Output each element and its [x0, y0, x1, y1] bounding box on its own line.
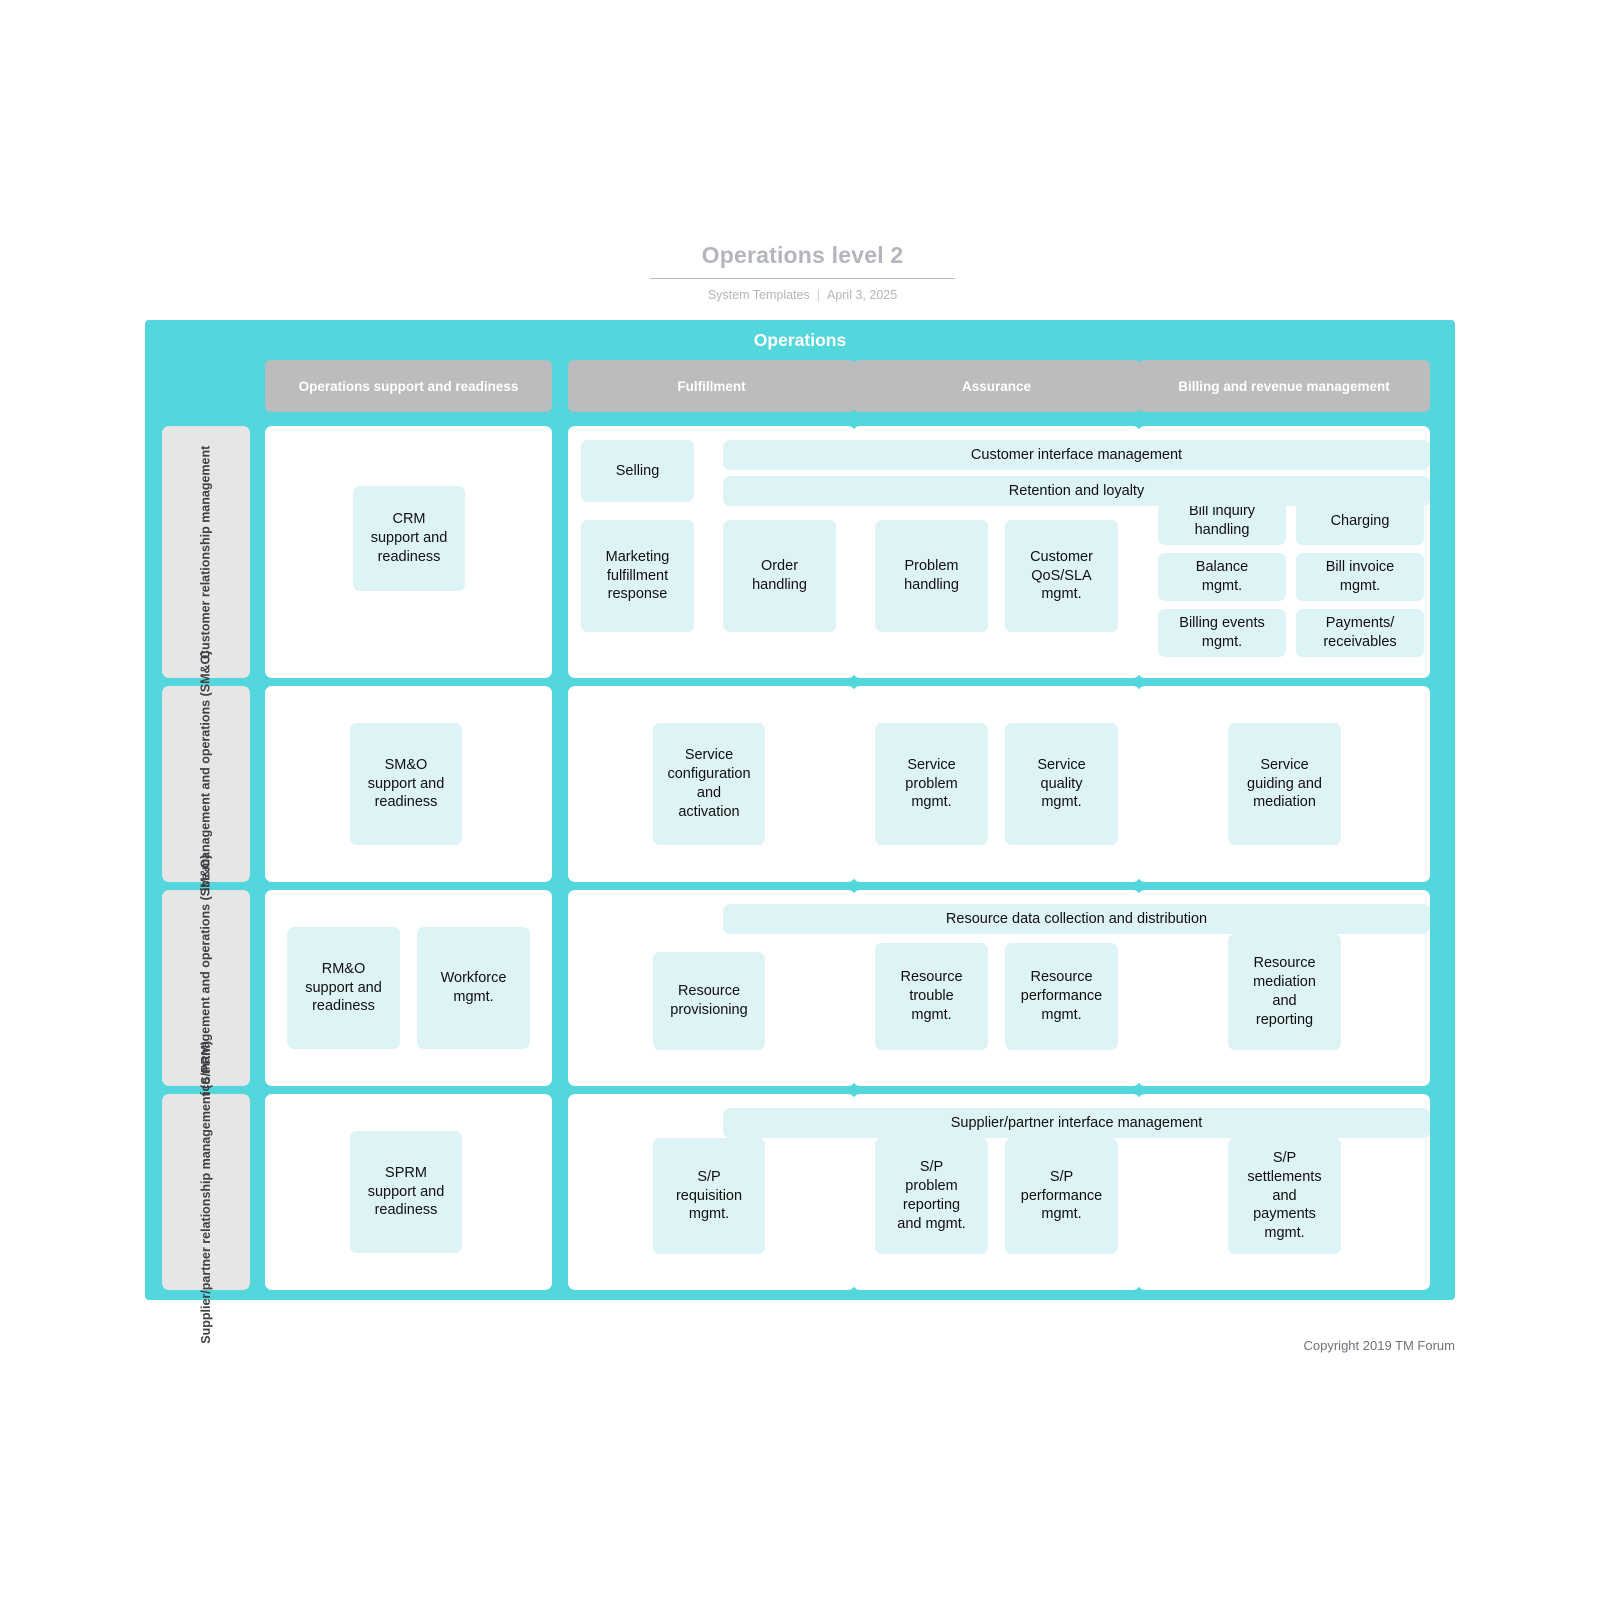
box-customer-qos-sla-mgmt[interactable]: Customer QoS/SLA mgmt. — [1005, 520, 1118, 632]
box-sp-requisition-mgmt[interactable]: S/P requisition mgmt. — [653, 1138, 765, 1254]
box-crm-support-and-readiness[interactable]: CRM support and readiness — [353, 486, 465, 591]
band-supplier-partner-interface-management[interactable]: Supplier/partner interface management — [723, 1108, 1430, 1138]
row-label-service-management-and-operations: Service management and operations (SM&O) — [162, 650, 250, 918]
subtitle-separator: | — [816, 288, 820, 302]
row-label-customer-relationship-management: Customer relationship management — [162, 426, 250, 678]
box-payments-receivables[interactable]: Payments/receivables — [1296, 609, 1424, 657]
row-resource-management-and-operations: Service management and operations (SM&O)… — [162, 854, 1438, 1122]
cell-smo-assurance: Service problem mgmt. Service quality mgmt. — [853, 686, 1140, 882]
title-block: Operations level 2 System Templates | Apri… — [650, 242, 955, 302]
box-resource-provisioning[interactable]: Resource provisioning — [653, 952, 765, 1050]
band-customer-interface-management[interactable]: Customer interface management — [723, 440, 1430, 470]
diagram-page: Operations level 2 System Templates | Apri… — [0, 0, 1600, 1600]
operations-frame: Operations Operations support and readin… — [145, 320, 1455, 1343]
frame-title: Operations — [753, 330, 847, 350]
box-problem-handling[interactable]: Problem handling — [875, 520, 988, 632]
box-resource-performance-mgmt[interactable]: Resource performance mgmt. — [1005, 943, 1118, 1050]
row-service-management-and-operations: Service management and operations (SM&O)… — [162, 650, 1438, 918]
page-title: Operations level 2 — [701, 242, 904, 268]
box-selling[interactable]: Selling — [581, 440, 694, 502]
row-label-text: Supplier/partner relationship management… — [198, 1040, 213, 1344]
box-service-problem-mgmt[interactable]: Service problem mgmt. — [875, 723, 988, 845]
subtitle-date: April 3, 2025 — [826, 288, 898, 302]
box-service-guiding-and-mediation[interactable]: Service guiding and mediation — [1228, 723, 1341, 845]
column-header-row: Operations support and readiness Fulfill… — [265, 360, 1430, 412]
box-order-handling[interactable]: Order handling — [723, 520, 836, 632]
box-workforce-mgmt[interactable]: Workforce mgmt. — [417, 927, 530, 1049]
cell-rmo-operations-support: RM&O support and readiness Workforce mgmt. — [265, 890, 552, 1086]
box-rmo-support-and-readiness[interactable]: RM&O support and readiness — [287, 927, 400, 1049]
cell-crm-operations-support: CRM support and readiness — [265, 426, 552, 678]
box-service-quality-mgmt[interactable]: Service quality mgmt. — [1005, 723, 1118, 845]
box-balance-mgmt[interactable]: Balance mgmt. — [1158, 553, 1286, 601]
subtitle-template-name: System Templates — [707, 288, 810, 302]
cell-sprm-operations-support: SPRM support and readiness — [265, 1094, 552, 1290]
box-sp-performance-mgmt[interactable]: S/P performance mgmt. — [1005, 1138, 1118, 1254]
box-sp-settlements-and-payments-mgmt[interactable]: S/P settlements and payments mgmt. — [1228, 1138, 1341, 1254]
box-bill-invoice-mgmt[interactable]: Bill invoice mgmt. — [1296, 553, 1424, 601]
box-sp-problem-reporting-and-mgmt[interactable]: S/P problem reporting and mgmt. — [875, 1138, 988, 1254]
band-retention-and-loyalty[interactable]: Retention and loyalty — [723, 476, 1430, 506]
box-resource-mediation-and-reporting[interactable]: Resource mediation and reporting — [1228, 934, 1341, 1050]
copyright-notice: Copyright 2019 TM Forum — [1303, 1338, 1456, 1353]
title-divider — [650, 278, 955, 279]
box-service-configuration-and-activation[interactable]: Service configuration and activation — [653, 723, 765, 845]
box-smo-support-and-readiness[interactable]: SM&O support and readiness — [350, 723, 462, 845]
column-header-billing-and-revenue-management[interactable]: Billing and revenue management — [1138, 360, 1430, 412]
band-resource-data-collection-and-distribution[interactable]: Resource data collection and distributio… — [723, 904, 1430, 934]
row-label-text: Customer relationship management — [198, 445, 213, 659]
column-header-operations-support-and-readiness[interactable]: Operations support and readiness — [265, 360, 552, 412]
box-resource-trouble-mgmt[interactable]: Resource trouble mgmt. — [875, 943, 988, 1050]
box-billing-events-mgmt[interactable]: Billing events mgmt. — [1158, 609, 1286, 657]
row-supplier-partner-relationship-management: Supplier/partner relationship management… — [162, 1041, 1438, 1343]
cell-smo-billing: Service guiding and mediation — [1138, 686, 1430, 882]
box-marketing-fulfillment-response[interactable]: Marketing fulfillment response — [581, 520, 694, 632]
row-customer-relationship-management: Customer relationship management CRM supp… — [162, 426, 1438, 678]
page-subtitle: System Templates | April 3, 2025 — [650, 288, 955, 302]
column-header-assurance[interactable]: Assurance — [853, 360, 1140, 412]
row-label-supplier-partner-relationship-management: Supplier/partner relationship management… — [162, 1041, 250, 1343]
column-header-fulfillment[interactable]: Fulfillment — [568, 360, 855, 412]
box-sprm-support-and-readiness[interactable]: SPRM support and readiness — [350, 1131, 462, 1253]
cell-smo-fulfillment: Service configuration and activation — [568, 686, 855, 882]
cell-smo-operations-support: SM&O support and readiness — [265, 686, 552, 882]
